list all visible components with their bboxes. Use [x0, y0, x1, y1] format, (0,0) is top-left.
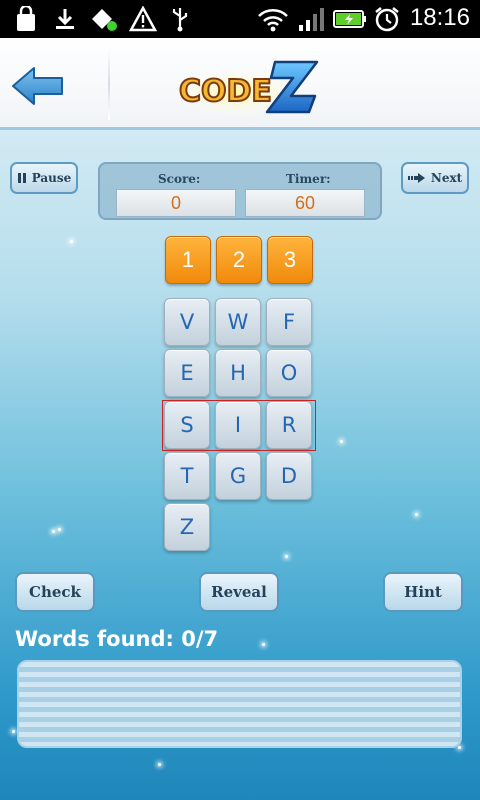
letter-tile[interactable]: R	[266, 401, 312, 449]
words-found-counter: Words found: 0/7	[15, 627, 219, 651]
letter-tile[interactable]: G	[215, 452, 261, 500]
letter-tile[interactable]: O	[266, 349, 312, 397]
sparkle	[285, 555, 288, 558]
alarm-icon	[372, 6, 402, 32]
score-panel: Score: Timer: 0 60	[98, 162, 382, 220]
sparkle	[70, 240, 73, 243]
found-words-list[interactable]	[17, 660, 462, 748]
bag-icon	[12, 6, 40, 32]
letter-tile[interactable]: V	[164, 298, 210, 346]
timer-value: 60	[245, 189, 365, 217]
app-header: CODE	[0, 38, 480, 130]
status-bar: 18:16	[0, 0, 480, 38]
number-tile-3[interactable]: 3	[267, 236, 313, 284]
number-tile-1[interactable]: 1	[165, 236, 211, 284]
sparkle	[58, 528, 61, 531]
score-label: Score:	[158, 172, 201, 186]
next-label: Next	[430, 171, 463, 185]
app-logo: CODE	[173, 56, 325, 116]
sparkle	[458, 746, 461, 749]
letter-tile[interactable]: Z	[164, 503, 210, 551]
letter-tile[interactable]: D	[266, 452, 312, 500]
battery-icon	[333, 6, 367, 32]
hint-button[interactable]: Hint	[383, 572, 463, 612]
sparkle	[415, 513, 418, 516]
sparkle	[158, 763, 161, 766]
number-tile-2[interactable]: 2	[216, 236, 262, 284]
next-button[interactable]: Next	[401, 162, 469, 194]
logo-code-text: CODE	[179, 74, 272, 109]
score-value: 0	[116, 189, 236, 217]
letter-tile[interactable]: I	[215, 401, 261, 449]
debug-icon	[88, 6, 120, 32]
pause-label: Pause	[31, 171, 72, 185]
letter-tile[interactable]: T	[164, 452, 210, 500]
pause-icon	[17, 173, 26, 183]
letter-tile[interactable]: W	[215, 298, 261, 346]
timer-label: Timer:	[286, 172, 331, 186]
back-button[interactable]	[10, 66, 66, 106]
clock-time: 18:16	[409, 4, 470, 31]
usb-icon	[166, 6, 194, 32]
warning-icon	[127, 6, 159, 32]
header-divider	[108, 48, 110, 120]
reveal-button[interactable]: Reveal	[199, 572, 279, 612]
next-arrow-icon	[407, 173, 425, 183]
sparkle	[52, 530, 55, 533]
pause-button[interactable]: Pause	[10, 162, 78, 194]
game-board: Pause Score: Timer: 0 60 Next 1 2 3 V W …	[0, 130, 480, 800]
letter-tile[interactable]: E	[164, 349, 210, 397]
back-arrow-icon	[12, 67, 63, 105]
sparkle	[12, 730, 15, 733]
sparkle	[340, 440, 343, 443]
download-icon	[50, 6, 80, 32]
signal-icon	[296, 6, 326, 32]
wifi-icon	[256, 6, 290, 32]
sparkle	[262, 643, 265, 646]
letter-tile[interactable]: F	[266, 298, 312, 346]
check-button[interactable]: Check	[15, 572, 95, 612]
letter-tile[interactable]: S	[164, 401, 210, 449]
letter-tile[interactable]: H	[215, 349, 261, 397]
